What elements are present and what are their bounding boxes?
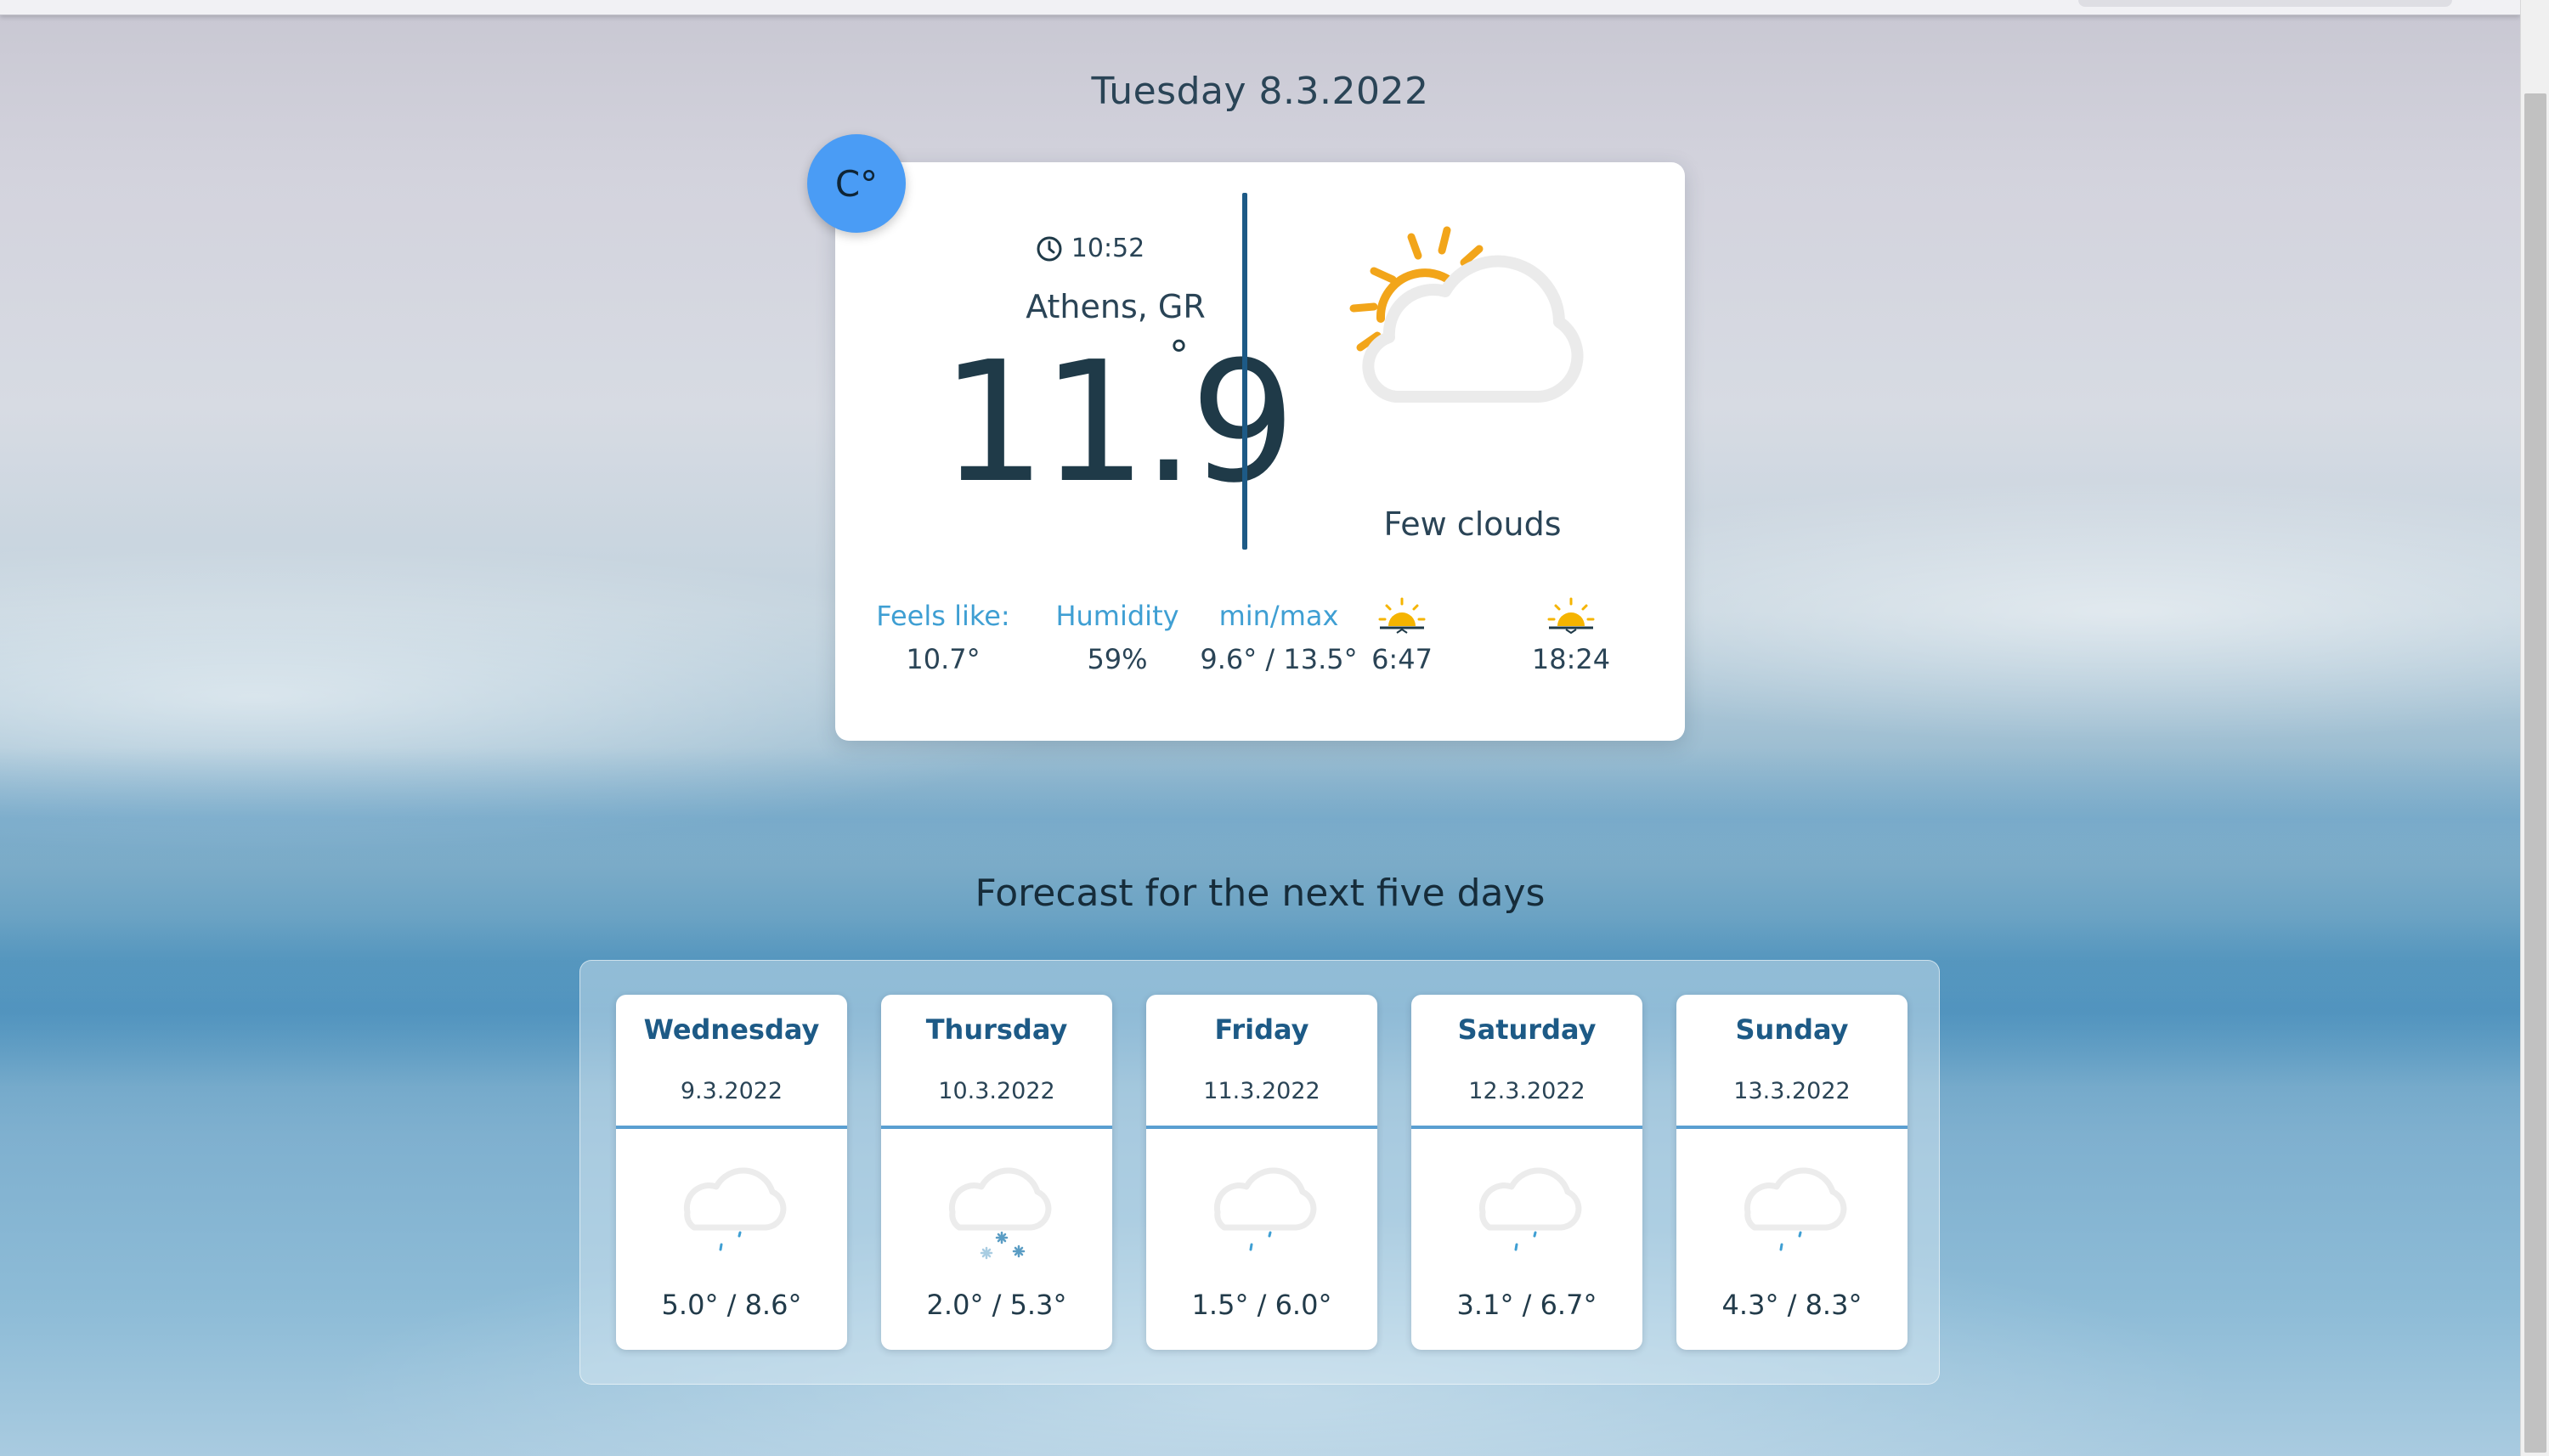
forecast-day-range: 1.5° / 6.0° <box>1191 1289 1332 1321</box>
min-max-value: 9.6° / 13.5° <box>1200 643 1358 675</box>
unit-toggle-button[interactable]: C° <box>807 134 906 233</box>
cloud-rain-icon <box>1744 1167 1847 1251</box>
forecast-day-card: Friday 11.3.2022 1.5° / 6.0° <box>1146 995 1377 1350</box>
sun-behind-cloud-icon <box>1349 226 1584 403</box>
forecast-heading: Forecast for the next five days <box>975 872 1546 915</box>
cloud-rain-icon <box>1478 1167 1582 1251</box>
forecast-day-divider <box>1411 1126 1642 1129</box>
feels-like-stat: Feels like: 10.7° <box>862 595 1024 675</box>
forecast-day-divider <box>1676 1126 1908 1129</box>
card-divider <box>1242 193 1247 550</box>
forecast-day-name: Saturday <box>1457 1013 1597 1046</box>
scrollbar-thumb[interactable] <box>2524 93 2546 1453</box>
forecast-day-range: 3.1° / 6.7° <box>1456 1289 1597 1321</box>
forecast-day-card: Saturday 12.3.2022 3.1° / 6.7° <box>1411 995 1642 1350</box>
browser-top-bar <box>0 0 2520 15</box>
humidity-label: Humidity <box>1055 600 1179 632</box>
forecast-day-range: 5.0° / 8.6° <box>661 1289 802 1321</box>
city-name: Athens, GR <box>1026 288 1206 325</box>
sunrise-stat: 6:47 <box>1351 595 1453 675</box>
forecast-day-name: Sunday <box>1735 1013 1849 1046</box>
sunset-time: 18:24 <box>1531 643 1611 675</box>
scrollbar[interactable] <box>2520 0 2549 1456</box>
forecast-day-name: Friday <box>1214 1013 1309 1046</box>
current-weather-card: 10:52 Athens, GR 11.9 ° Few clouds Feels… <box>835 162 1685 741</box>
cloud-rain-icon <box>683 1167 787 1251</box>
forecast-day-name: Wednesday <box>643 1013 820 1046</box>
forecast-day-divider <box>616 1126 847 1129</box>
sunrise-icon-wrap <box>1351 595 1453 636</box>
forecast-day-date: 9.3.2022 <box>680 1078 783 1104</box>
current-date-heading: Tuesday 8.3.2022 <box>1091 70 1429 113</box>
forecast-day-card: Sunday 13.3.2022 4.3° / 8.3° <box>1676 995 1908 1350</box>
forecast-day-name: Thursday <box>925 1013 1068 1046</box>
weather-condition: Few clouds <box>1383 505 1562 543</box>
humidity-stat: Humidity 59% <box>1037 595 1198 675</box>
top-bar-tab <box>2078 0 2452 7</box>
cloud-rain-icon <box>1213 1167 1317 1251</box>
forecast-panel: Wednesday 9.3.2022 5.0° / 8.6° Thursday … <box>579 960 1940 1385</box>
forecast-day-divider <box>1146 1126 1377 1129</box>
sunset-stat: 18:24 <box>1520 595 1622 675</box>
forecast-day-card: Thursday 10.3.2022 2.0° / 5.3° <box>881 995 1112 1350</box>
current-temperature: 11.9 <box>940 326 1296 520</box>
min-max-label: min/max <box>1218 600 1339 632</box>
humidity-value: 59% <box>1087 643 1148 675</box>
background-haze <box>0 748 2520 866</box>
forecast-day-date: 12.3.2022 <box>1468 1078 1585 1104</box>
sunset-icon <box>1547 597 1595 635</box>
sunset-icon-wrap <box>1520 595 1622 636</box>
forecast-day-date: 10.3.2022 <box>938 1078 1055 1104</box>
sunrise-time: 6:47 <box>1371 643 1433 675</box>
forecast-day-range: 2.0° / 5.3° <box>926 1289 1067 1321</box>
forecast-day-range: 4.3° / 8.3° <box>1721 1289 1862 1321</box>
forecast-day-date: 13.3.2022 <box>1733 1078 1851 1104</box>
time-value: 10:52 <box>1071 234 1145 263</box>
cloud-snow-icon <box>948 1167 1052 1260</box>
current-time: 10:52 <box>980 234 1201 263</box>
temperature-degree-mark: ° <box>1169 332 1189 378</box>
min-max-stat: min/max 9.6° / 13.5° <box>1198 595 1359 675</box>
forecast-day-card: Wednesday 9.3.2022 5.0° / 8.6° <box>616 995 847 1350</box>
feels-like-label: Feels like: <box>876 600 1010 632</box>
clock-icon <box>1037 236 1062 261</box>
feels-like-value: 10.7° <box>906 643 981 675</box>
sunrise-icon <box>1378 597 1426 634</box>
forecast-day-date: 11.3.2022 <box>1203 1078 1320 1104</box>
forecast-day-divider <box>881 1126 1112 1129</box>
